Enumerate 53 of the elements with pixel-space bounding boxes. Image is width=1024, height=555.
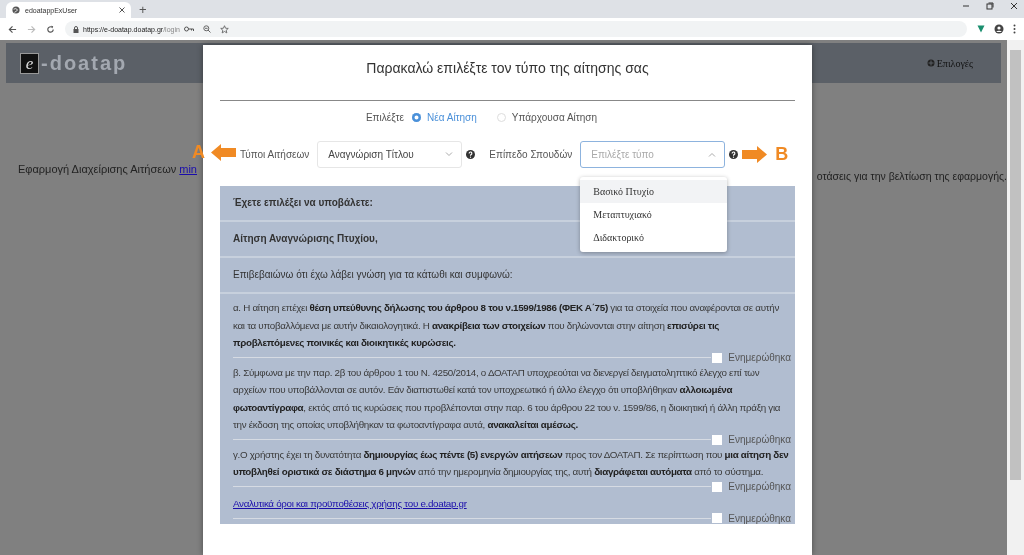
minimize-icon[interactable] <box>962 2 970 10</box>
extension-icon[interactable] <box>977 25 985 33</box>
term-paragraph: β. Σύμφωνα με την παρ. 2β του άρθρου 1 του Ν. 4250/2014, ο ΔΟΑΤΑΠ υποχρεούται να διενεργεί δειγματοληπτικό έλεγχο επί των αρχείων που υποβάλλονται σε αυτόν. Εάν διαπιστωθεί κατά τον υποχρεωτικό ή άλλο έλεγχο ότι υποβλήθηκαν αλλοιωμένα φωτοαντίγραφα, εκτός από τις κυρώσεις που προβλέπονται στην παρ. 6 του άρθρου 22 του ν. 1599/86, η διοικητική ή άλλη πράξη για την έκδοση της οποίας υποβλήθηκαν τα φωτοαντίγραφα αυτά, ανακαλείται αμέσως. <box>233 365 782 432</box>
dropdown-option[interactable]: Βασικό Πτυχίο <box>580 179 728 203</box>
menu-icon[interactable] <box>1013 24 1016 34</box>
app-description-end: οτάσεις για την βελτίωση της εφαρμογής. <box>816 170 1007 182</box>
app-description: Εφαρμογή Διαχείρισης Αιτήσεων <box>18 163 177 175</box>
dropdown-option[interactable]: Μεταπτυχιακό <box>580 202 728 226</box>
help-icon[interactable] <box>466 149 476 159</box>
checkbox[interactable] <box>712 513 723 523</box>
logo-mark: e <box>20 52 39 74</box>
logo-text: -doatap <box>41 51 128 75</box>
checkbox-label[interactable]: Ενημερώθηκα <box>728 512 791 524</box>
checkbox[interactable] <box>712 481 723 492</box>
close-tab-icon[interactable] <box>119 7 125 13</box>
checkbox-label[interactable]: Ενημερώθηκα <box>728 352 791 363</box>
checkbox-label[interactable]: Ενημερώθηκα <box>728 481 791 492</box>
scrollbar[interactable] <box>1007 40 1024 555</box>
chevron-icon <box>708 151 717 157</box>
select-field[interactable]: Αναγνώριση Τίτλου <box>317 140 463 168</box>
plus-circle-icon <box>926 59 935 67</box>
modal-title: Παρακαλώ επιλέξτε τον τύπο της αίτησης σας <box>220 60 795 101</box>
annotation-letter: B <box>775 143 789 165</box>
field-label: Τύποι Αιτήσεων <box>240 148 310 160</box>
new-tab-button[interactable]: + <box>139 2 147 18</box>
term-paragraph: α. Η αίτηση επέχει θέση υπεύθυνης δήλωσης του άρθρου 8 του ν.1599/1986 (ΦΕΚ Α΄75) για τα στοιχεία που αναφέρονται σε αυτήν και τα υποβαλλόμενα με αυτήν δικαιολογητικά. Η ανακρίβεια των στοιχείων που δηλώνονται στην αίτηση επισύρει τις προβλεπόμενες ποινικές και διοικητικές κυρώσεις. <box>233 301 781 350</box>
globe-icon <box>12 6 20 14</box>
profile-icon[interactable] <box>994 24 1004 34</box>
help-icon[interactable] <box>729 149 739 159</box>
terms-link[interactable]: Αναλυτικά όροι και προϋποθέσεις χρήσης του e.doatap.gr <box>233 494 467 512</box>
lock-icon <box>73 25 79 33</box>
restore-icon[interactable] <box>986 2 994 10</box>
confirmation-text: Επιβεβαιώνω ότι έχω λάβει γνώση για τα κάτωθι και συμφωνώ: <box>220 258 795 294</box>
radio-label[interactable]: Υπάρχουσα Αίτηση <box>511 112 598 123</box>
reload-icon[interactable] <box>46 24 55 34</box>
checkbox[interactable] <box>712 352 723 363</box>
field-label: Επίπεδο Σπουδών <box>489 148 573 160</box>
radio-button[interactable] <box>412 113 422 122</box>
zoom-icon[interactable] <box>202 25 211 33</box>
annotation-arrow <box>211 144 236 161</box>
dropdown-option[interactable]: Διδακτορικό <box>580 225 728 249</box>
radio-button[interactable] <box>496 113 506 122</box>
radio-label[interactable]: Νέα Αίτηση <box>427 112 477 123</box>
key-icon[interactable] <box>183 26 194 32</box>
choose-label: Επιλέξτε <box>365 112 405 123</box>
annotation-arrow <box>742 145 768 163</box>
back-icon[interactable] <box>8 24 17 34</box>
term-paragraph: γ.Ο χρήστης έχει τη δυνατότητα δημιουργίας έως πέντε (5) ενεργών αιτήσεων προς τον ΔΟΑΤΑΠ. Σε περίπτωση που μια αίτηση δεν υποβληθεί οριστικά σε διάστημα 6 μηνών από την ημερομηνία δημιουργίας της, αυτή διαγράφεται αυτόματα από το σύστημα. <box>233 447 790 479</box>
star-icon[interactable] <box>219 24 229 34</box>
checkbox[interactable] <box>712 434 723 445</box>
checkbox-label[interactable]: Ενημερώθηκα <box>728 434 791 445</box>
chevron-icon <box>445 151 454 157</box>
close-window-icon[interactable] <box>1010 2 1018 10</box>
